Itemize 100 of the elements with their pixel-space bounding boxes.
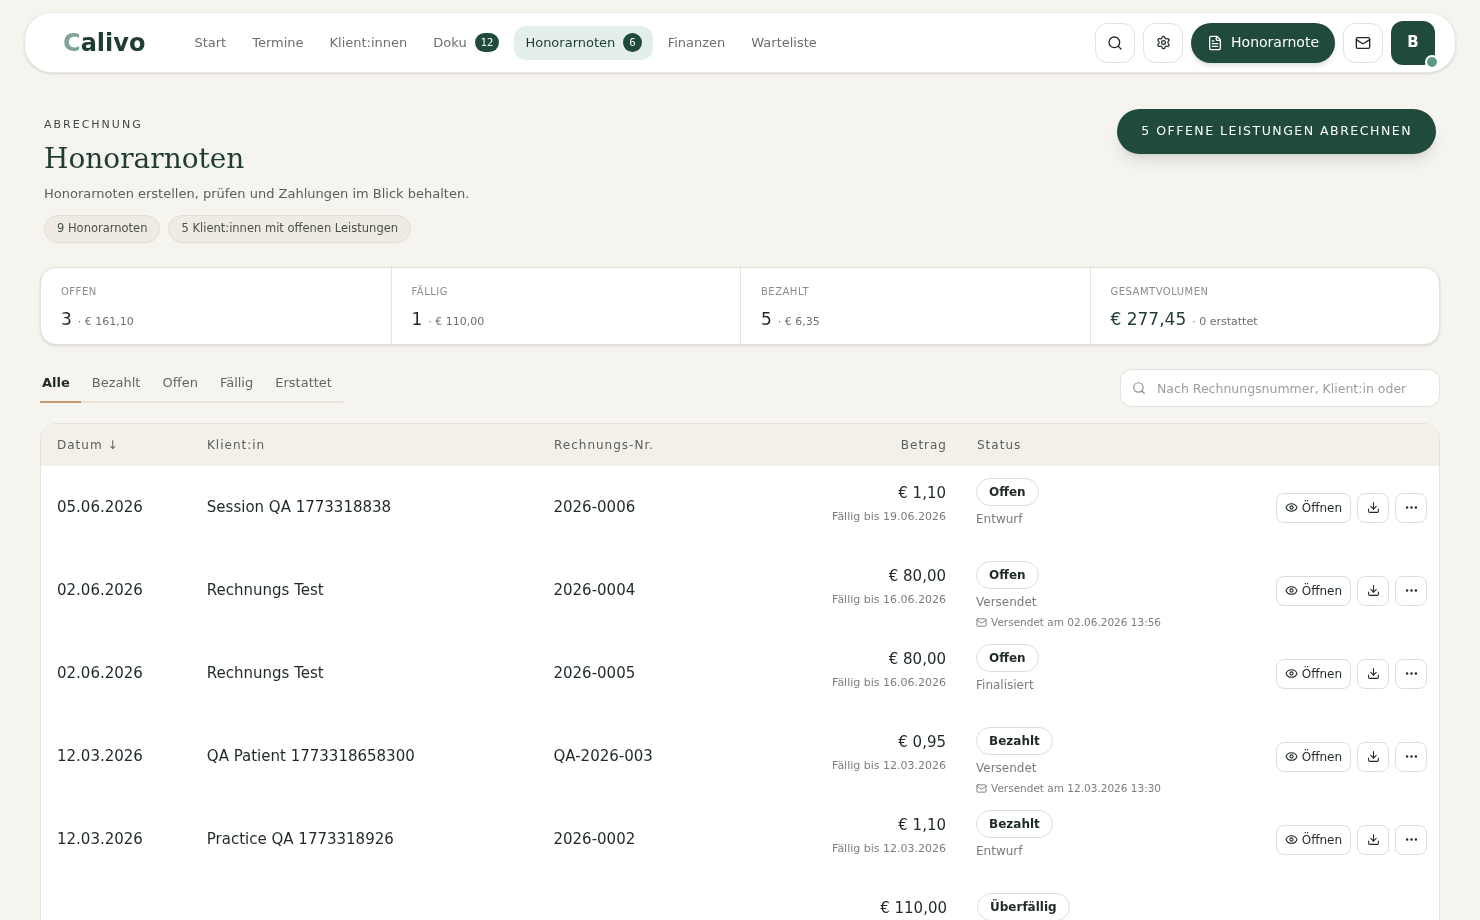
download-icon: [1366, 750, 1380, 763]
stat-value: € 277,45: [1110, 308, 1187, 331]
invoice-number-cell: QA-2026-003: [553, 747, 653, 766]
invoice-number-cell: 2026-0006: [553, 498, 636, 517]
open-button[interactable]: Öffnen: [1275, 741, 1351, 772]
invoice-number-cell: 2026-0005: [553, 664, 636, 683]
logo[interactable]: Calivo: [59, 26, 150, 59]
download-button[interactable]: [1357, 658, 1389, 689]
mail-icon: [1355, 34, 1371, 51]
download-button[interactable]: [1357, 824, 1389, 855]
mail-icon: [976, 783, 987, 795]
settings-icon: [1155, 35, 1171, 50]
open-button[interactable]: Öffnen: [1275, 492, 1351, 523]
client-cell: Rechnungs Test: [206, 664, 324, 683]
nav-tab[interactable]: Start: [183, 25, 238, 60]
due-date: Fällig bis 19.06.2026: [832, 508, 946, 525]
open-button[interactable]: Öffnen: [1275, 575, 1351, 606]
new-invoice-button[interactable]: Honorarnote: [1191, 22, 1335, 63]
nav-tab[interactable]: Termine: [241, 25, 315, 60]
avatar-button[interactable]: B: [1391, 20, 1435, 65]
amount: € 80,00: [888, 566, 946, 587]
column-header: Betrag: [899, 437, 947, 454]
amount: € 110,00: [880, 898, 947, 919]
eye-icon: [1284, 750, 1298, 763]
nav-tab[interactable]: Warteliste: [740, 25, 828, 60]
summary-chip: 5 Klient:innen mit offenen Leistungen: [168, 215, 412, 243]
column-header: Status: [976, 437, 1022, 454]
stat-value: 1: [411, 308, 423, 331]
eye-icon: [1284, 667, 1298, 680]
due-date: Fällig bis 16.06.2026: [832, 591, 946, 608]
nav-tab[interactable]: Klient:innen: [318, 25, 419, 60]
stat-detail: · € 161,10: [77, 314, 134, 330]
client-cell: Practice QA 1773318926: [206, 830, 394, 849]
download-icon: [1366, 501, 1380, 514]
filter-tab[interactable]: Fällig: [208, 373, 265, 403]
due-date: Fällig bis 16.06.2026: [832, 674, 946, 691]
search-field[interactable]: Nach Rechnungsnummer, Klient:in oder: [1120, 369, 1440, 407]
date-cell: 12.03.2026: [57, 830, 143, 849]
stat-label: FÄLLIG: [411, 284, 449, 299]
search-icon: [1132, 381, 1146, 395]
eye-icon: [1284, 501, 1298, 514]
count-badge: 12: [474, 33, 500, 52]
column-header: Rechnungs-Nr.: [554, 437, 656, 454]
filter-tab[interactable]: Alle: [40, 373, 81, 403]
download-icon: [1366, 833, 1380, 846]
due-date: Fällig bis 12.03.2026: [832, 757, 946, 774]
invoice-number-cell: 2026-0002: [553, 830, 636, 849]
filter-tab[interactable]: Bezahlt: [80, 373, 152, 403]
search-button[interactable]: [1095, 22, 1136, 63]
open-button[interactable]: Öffnen: [1275, 824, 1351, 855]
filter-tab[interactable]: Erstattet: [264, 373, 343, 403]
stat-detail: · 0 erstattet: [1192, 314, 1258, 330]
page-subtitle: Honorarnoten erstellen, prüfen und Zahlungen im Blick behalten.: [44, 184, 471, 203]
summary-chip: 9 Honorarnoten: [44, 215, 161, 243]
download-button[interactable]: [1357, 575, 1389, 606]
count-badge: 6: [623, 33, 642, 52]
sent-note: Versendet am 02.06.2026 13:56: [976, 615, 1162, 631]
nav-tab[interactable]: Honorarnoten 6: [514, 25, 653, 60]
filter-tab[interactable]: Offen: [151, 373, 209, 403]
date-cell: 05.06.2026: [57, 498, 143, 517]
stat-value: 3: [61, 308, 72, 331]
client-cell: Rechnungs Test: [206, 581, 324, 600]
download-button[interactable]: [1357, 492, 1389, 523]
section-eyebrow: ABRECHNUNG: [44, 117, 144, 133]
status-stage: Entwurf: [976, 511, 1023, 528]
page-title: Honorarnoten: [44, 140, 246, 177]
amount: € 1,10: [898, 483, 946, 504]
download-icon: [1366, 667, 1380, 680]
bill-open-services-button[interactable]: 5 OFFENE LEISTUNGEN ABRECHNEN: [1117, 109, 1436, 154]
invoice-number-cell: 2026-0004: [553, 581, 636, 600]
amount: € 80,00: [888, 649, 946, 670]
amount: € 1,10: [898, 815, 946, 836]
date-cell: 12.03.2026: [57, 747, 143, 766]
download-icon: [1366, 584, 1380, 597]
status-stage: Versendet: [976, 760, 1037, 777]
column-header: Klient:in: [207, 437, 267, 454]
eye-icon: [1284, 584, 1298, 597]
stat-label: BEZAHLT: [761, 285, 811, 299]
status-stage: Versendet: [976, 594, 1037, 611]
search-icon: [1107, 34, 1124, 51]
stat-label: OFFEN: [61, 285, 98, 299]
column-header[interactable]: Datum ↓: [41, 436, 207, 454]
stat-detail: · € 110,00: [428, 314, 485, 330]
settings-button[interactable]: [1143, 22, 1184, 63]
open-button[interactable]: Öffnen: [1275, 658, 1351, 689]
client-cell: Session QA 1773318838: [206, 498, 392, 517]
amount: € 0,95: [898, 732, 946, 753]
date-cell: 02.06.2026: [57, 664, 143, 683]
nav-tab[interactable]: Doku 12: [422, 25, 511, 60]
nav-tab[interactable]: Finanzen: [656, 25, 737, 60]
document-icon: [1207, 34, 1224, 51]
status-stage: Entwurf: [976, 843, 1023, 860]
stat-detail: · € 6,35: [777, 314, 820, 330]
stat-value: 5: [761, 308, 772, 331]
eye-icon: [1284, 833, 1298, 846]
client-cell: QA Patient 1773318658300: [206, 747, 415, 766]
download-button[interactable]: [1357, 741, 1389, 772]
date-cell: 02.06.2026: [57, 581, 143, 600]
stat-label: GESAMTVOLUMEN: [1110, 285, 1210, 299]
mail-button[interactable]: [1343, 22, 1383, 63]
